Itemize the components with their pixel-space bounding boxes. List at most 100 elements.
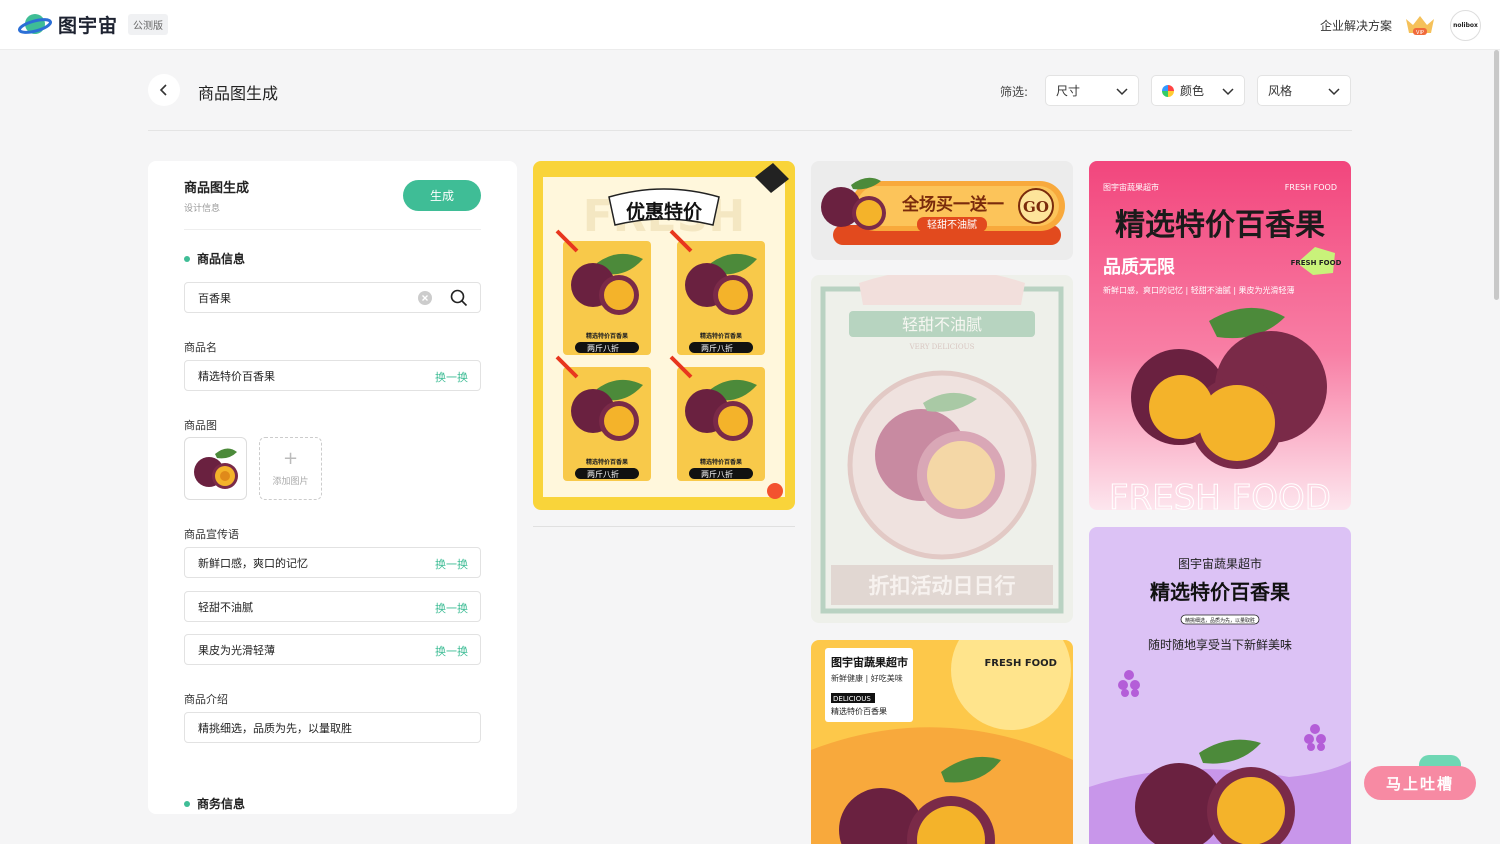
search-icon[interactable] bbox=[450, 289, 468, 307]
planet-logo-icon bbox=[18, 14, 52, 34]
tile-name: 精选特价百香果 bbox=[586, 332, 628, 340]
card-pill: 精挑细选，品质为先，以量取胜 bbox=[1185, 617, 1255, 624]
enterprise-solutions-link[interactable]: 企业解决方案 bbox=[1320, 17, 1392, 34]
panel-divider bbox=[184, 229, 481, 230]
tile-name: 精选特价百香果 bbox=[700, 458, 742, 466]
header-divider bbox=[148, 130, 1352, 131]
page-scrollbar[interactable] bbox=[1493, 50, 1499, 844]
chevron-left-icon bbox=[159, 84, 167, 96]
go-label: GO bbox=[1023, 198, 1049, 216]
product-image-label: 商品图 bbox=[184, 419, 217, 432]
template-preview: 图宇宙蔬果超市 精选特价百香果 精挑细选，品质为先，以量取胜 随时随地享受当下新… bbox=[1089, 527, 1351, 844]
plus-icon: + bbox=[282, 448, 299, 469]
card-en-top: FRESH FOOD bbox=[1285, 183, 1337, 192]
card-store: 图宇宙蔬果超市 bbox=[1178, 556, 1262, 571]
card-bottom-text: 折扣活动日日行 bbox=[869, 574, 1016, 598]
slogan-input-2[interactable]: 轻甜不油腻 换一换 bbox=[184, 591, 481, 622]
product-image-thumbnail[interactable] bbox=[184, 437, 247, 500]
avatar[interactable]: nolibox bbox=[1450, 10, 1481, 41]
template-card-purple[interactable]: 图宇宙蔬果超市 精选特价百香果 精挑细选，品质为先，以量取胜 随时随地享受当下新… bbox=[1089, 527, 1351, 844]
swap-button[interactable]: 换一换 bbox=[435, 556, 468, 572]
slogan-value: 轻甜不油腻 bbox=[198, 600, 253, 614]
slogan-input-3[interactable]: 果皮为光滑轻薄 换一换 bbox=[184, 634, 481, 665]
template-card-yellow-grid[interactable]: FRESH 优惠特价 精选特价百香果两斤八折精选特价百香果两斤八折精选特价百香果… bbox=[533, 161, 795, 510]
template-preview: 全场买一送一 轻甜不油腻 GO bbox=[811, 161, 1073, 260]
tile-name: 精选特价百香果 bbox=[586, 458, 628, 466]
section-title: 商品信息 bbox=[197, 252, 246, 266]
scrollbar-thumb[interactable] bbox=[1494, 50, 1499, 300]
product-tile: 精选特价百香果两斤八折 bbox=[669, 355, 765, 481]
chevron-down-icon bbox=[1328, 88, 1340, 96]
color-wheel-icon bbox=[1162, 84, 1174, 97]
tile-offer: 两斤八折 bbox=[701, 343, 733, 353]
intro-label: 商品介绍 bbox=[184, 693, 228, 706]
card-headline: 优惠特价 bbox=[626, 200, 703, 223]
style-filter-value: 风格 bbox=[1268, 84, 1293, 98]
product-tile: 精选特价百香果两斤八折 bbox=[555, 229, 651, 355]
style-filter-select[interactable]: 风格 bbox=[1257, 75, 1351, 106]
size-filter-select[interactable]: 尺寸 bbox=[1045, 75, 1139, 106]
card-bottom-text: FRESH FOOD bbox=[1109, 478, 1331, 510]
card-headline: 轻甜不油腻 bbox=[902, 315, 982, 334]
card-tags: 新鲜口感，爽口的记忆 | 轻甜不油腻 | 果皮为光滑轻薄 bbox=[1103, 285, 1295, 295]
card-badge: DELICIOUS bbox=[833, 695, 871, 703]
search-value: 百香果 bbox=[198, 291, 231, 305]
add-image-label: 添加图片 bbox=[272, 477, 309, 487]
product-tile: 精选特价百香果两斤八折 bbox=[555, 355, 651, 481]
intro-input[interactable]: 精挑细选，品质为先，以量取胜 bbox=[184, 712, 481, 743]
section-title: 商务信息 bbox=[197, 797, 246, 811]
logo[interactable]: 图宇宙 公测版 bbox=[18, 10, 169, 38]
template-preview: 轻甜不油腻 VERY DELICIOUS 折扣活动日日行 bbox=[811, 275, 1073, 623]
panel-title: 商品图生成 bbox=[184, 181, 250, 196]
slogan-value: 新鲜口感，爽口的记忆 bbox=[198, 556, 308, 570]
tile-offer: 两斤八折 bbox=[587, 469, 619, 479]
filter-label: 筛选: bbox=[1000, 85, 1029, 99]
template-preview: 图宇宙蔬果超市 FRESH FOOD 精选特价百香果 品质无限 FRESH FO… bbox=[1089, 161, 1351, 510]
card-tag: 新鲜健康 | 好吃美味 bbox=[831, 673, 903, 683]
swap-button[interactable]: 换一换 bbox=[435, 600, 468, 616]
page-title: 商品图生成 bbox=[198, 84, 279, 103]
swap-button[interactable]: 换一换 bbox=[435, 643, 468, 659]
vip-crown-icon[interactable]: VIP bbox=[1404, 13, 1436, 37]
product-search-input[interactable]: 百香果 bbox=[184, 282, 481, 313]
clear-icon[interactable] bbox=[418, 291, 432, 305]
template-preview: FRESH 优惠特价 精选特价百香果两斤八折精选特价百香果两斤八折精选特价百香果… bbox=[533, 161, 795, 510]
slogan-value: 果皮为光滑轻薄 bbox=[198, 643, 275, 657]
card-sub: 品质无限 bbox=[1103, 257, 1176, 278]
color-filter-select[interactable]: 颜色 bbox=[1151, 75, 1245, 106]
design-info-panel: 商品图生成 设计信息 生成 商品信息 百香果 商品名 精选特价百香果 换一换 商… bbox=[148, 161, 517, 814]
section-dot-icon bbox=[184, 255, 190, 262]
feedback-button[interactable]: 马上吐槽 bbox=[1364, 766, 1476, 800]
tile-offer: 两斤八折 bbox=[701, 469, 733, 479]
slogan-label: 商品宣传语 bbox=[184, 528, 239, 541]
template-preview: 图宇宙蔬果超市 新鲜健康 | 好吃美味 DELICIOUS 精选特价百香果 FR… bbox=[811, 640, 1073, 844]
passion-fruit-image bbox=[194, 448, 238, 489]
panel-subtitle: 设计信息 bbox=[184, 204, 221, 214]
section-dot-icon bbox=[184, 800, 190, 807]
slogan-input-1[interactable]: 新鲜口感，爽口的记忆 换一换 bbox=[184, 547, 481, 578]
card-name: 精选特价百香果 bbox=[831, 706, 887, 716]
template-card-pink[interactable]: 图宇宙蔬果超市 FRESH FOOD 精选特价百香果 品质无限 FRESH FO… bbox=[1089, 161, 1351, 510]
template-card-banner[interactable]: 全场买一送一 轻甜不油腻 GO bbox=[811, 161, 1073, 260]
generate-button[interactable]: 生成 bbox=[403, 180, 481, 211]
card-en: VERY DELICIOUS bbox=[909, 343, 975, 351]
template-card-orange[interactable]: 图宇宙蔬果超市 新鲜健康 | 好吃美味 DELICIOUS 精选特价百香果 FR… bbox=[811, 640, 1073, 844]
app-name: 图宇宙 bbox=[58, 14, 119, 37]
product-name-input[interactable]: 精选特价百香果 换一换 bbox=[184, 360, 481, 391]
product-name-value: 精选特价百香果 bbox=[198, 369, 275, 383]
product-info-section: 商品信息 bbox=[184, 250, 245, 267]
card-store: 图宇宙蔬果超市 bbox=[1103, 182, 1159, 192]
intro-value: 精挑细选，品质为先，以量取胜 bbox=[198, 721, 352, 735]
back-button[interactable] bbox=[148, 74, 180, 106]
tile-name: 精选特价百香果 bbox=[700, 332, 742, 340]
chevron-down-icon bbox=[1222, 88, 1234, 96]
card-en: FRESH FOOD bbox=[984, 658, 1057, 669]
card-headline: 精选特价百香果 bbox=[1115, 208, 1325, 243]
tile-offer: 两斤八折 bbox=[587, 343, 619, 353]
card-badge: FRESH FOOD bbox=[1291, 259, 1342, 267]
swap-button[interactable]: 换一换 bbox=[435, 369, 468, 385]
gallery-divider bbox=[533, 526, 795, 527]
add-image-button[interactable]: + 添加图片 bbox=[259, 437, 322, 500]
card-headline: 精选特价百香果 bbox=[1150, 580, 1290, 604]
template-card-green-frame[interactable]: 轻甜不油腻 VERY DELICIOUS 折扣活动日日行 bbox=[811, 275, 1073, 623]
